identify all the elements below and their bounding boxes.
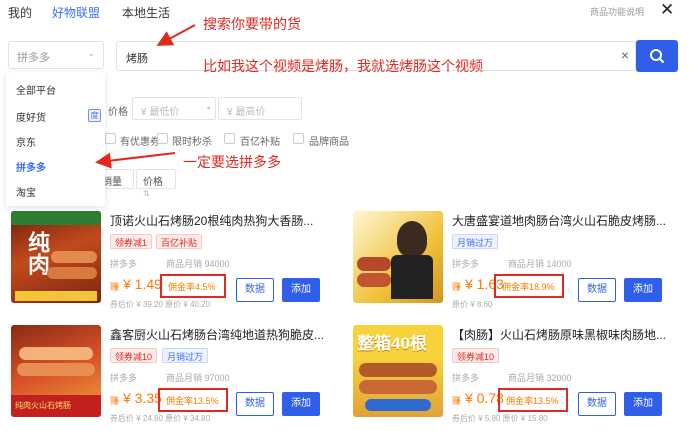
commission-rate-3: 佣金率13.5%	[166, 396, 219, 406]
product-card-2[interactable]: 大唐盛宴道地肉肠台湾火山石脆皮烤肠... 月销过万 拼多多 商品月销 14000…	[348, 206, 676, 310]
add-button-1[interactable]: 添加	[282, 278, 320, 302]
commission-highlight-4: 佣金率13.5%	[498, 388, 568, 412]
close-icon[interactable]: ✕	[660, 0, 674, 20]
product-tag-1a: 领券减1	[110, 234, 153, 249]
data-button-3[interactable]: 数据	[236, 392, 274, 416]
clear-icon[interactable]: ×	[621, 47, 629, 63]
product-platform-4: 拼多多	[452, 373, 480, 383]
product-title-3[interactable]: 鑫客厨火山石烤肠台湾纯地道热狗脆皮...	[110, 326, 330, 343]
product-card-1[interactable]: 纯肉 顶诺火山石烤肠20根纯肉热狗大香肠... 领券减1 百亿补贴 拼多多 商品…	[6, 206, 334, 310]
data-button-4[interactable]: 数据	[578, 392, 616, 416]
earn-label-1: 赚	[110, 282, 120, 292]
dropdown-item-duhaohuo[interactable]: 度好货	[16, 109, 46, 124]
product-tag-1b: 百亿补贴	[156, 234, 203, 249]
checkbox-coupon-label: 有优惠券	[120, 137, 160, 148]
earn-label-4: 赚	[452, 396, 462, 406]
product-thumb-4[interactable]: 整箱40根	[353, 325, 443, 417]
platform-select-value: 拼多多	[17, 52, 50, 64]
product-help-link[interactable]: 商品功能说明	[590, 5, 644, 18]
product-thumb-1[interactable]: 纯肉	[11, 211, 101, 303]
platform-dropdown: 全部平台 度好货 度 京东 拼多多 淘宝	[6, 72, 105, 206]
commission-rate-4: 佣金率13.5%	[506, 396, 559, 406]
tab-local-life[interactable]: 本地生活	[122, 4, 170, 21]
dropdown-item-pinduoduo[interactable]: 拼多多	[16, 159, 46, 174]
product-platform-1: 拼多多	[110, 259, 138, 269]
search-button[interactable]	[636, 40, 678, 72]
commission-highlight-3: 佣金率13.5%	[158, 388, 228, 412]
earn-label-3: 赚	[110, 396, 120, 406]
platform-select[interactable]: 拼多多 ⌄	[8, 41, 104, 69]
sort-arrows-icon: ⇅	[143, 189, 150, 198]
product-price-3: ¥ 3.35	[123, 390, 162, 406]
min-price-input[interactable]: ¥ 最低价	[132, 97, 216, 120]
search-input-value: 烤肠	[126, 53, 148, 65]
duhaohuo-badge: 度	[88, 109, 101, 122]
dropdown-item-taobao[interactable]: 淘宝	[16, 184, 36, 199]
commission-highlight-2: 佣金率18.9%	[494, 274, 564, 298]
checkbox-flash-sale-label: 限时秒杀	[172, 137, 212, 148]
product-title-1[interactable]: 顶诺火山石烤肠20根纯肉热狗大香肠...	[110, 212, 330, 229]
product-tag-2a: 月销过万	[452, 234, 499, 249]
product-platform-2: 拼多多	[452, 259, 480, 269]
price-filter-label: 价格	[108, 107, 128, 118]
checkbox-brand[interactable]	[293, 133, 304, 144]
search-icon	[650, 49, 664, 63]
product-tag-3a: 领券减10	[110, 348, 158, 363]
thumb-text-4: 整箱40根	[357, 334, 427, 353]
product-platform-3: 拼多多	[110, 373, 138, 383]
tab-mine[interactable]: 我的	[8, 4, 32, 21]
data-button-1[interactable]: 数据	[236, 278, 274, 302]
product-sales-2: 商品月销 14000	[508, 259, 572, 269]
product-original-price-3: 券后价 ¥ 24.80 原价 ¥ 34.80	[110, 414, 211, 423]
annotation-select-pdd: 一定要选拼多多	[183, 154, 281, 170]
data-button-2[interactable]: 数据	[578, 278, 616, 302]
product-tag-4a: 领券减10	[452, 348, 500, 363]
checkbox-flash-sale[interactable]	[157, 133, 168, 144]
product-thumb-2[interactable]	[353, 211, 443, 303]
sort-by-price-label: 价格	[143, 177, 163, 188]
product-thumb-3[interactable]: 纯肉火山石烤肠	[11, 325, 101, 417]
dropdown-item-all[interactable]: 全部平台	[16, 82, 56, 97]
product-title-2[interactable]: 大唐盛宴道地肉肠台湾火山石脆皮烤肠...	[452, 212, 672, 229]
add-button-2[interactable]: 添加	[624, 278, 662, 302]
arrow-to-pinduoduo	[95, 152, 176, 169]
commission-highlight-1: 佣金率4.5%	[160, 274, 226, 298]
max-price-input[interactable]: ¥ 最高价	[218, 97, 302, 120]
chevron-down-icon: ⌄	[87, 48, 95, 58]
product-tag-3b: 月销过万	[162, 348, 209, 363]
product-sales-3: 商品月销 97000	[166, 373, 230, 383]
product-card-4[interactable]: 整箱40根 【肉肠】火山石烤肠原味黑椒味肉肠地... 领券减10 拼多多 商品月…	[348, 320, 676, 424]
product-price-1: ¥ 1.49	[123, 276, 162, 292]
thumb-text-3: 纯肉火山石烤肠	[15, 401, 71, 410]
product-original-price-2: 原价 ¥ 8.60	[452, 300, 493, 309]
checkbox-subsidy[interactable]	[224, 133, 235, 144]
sort-by-price[interactable]: 价格 ⇅	[136, 169, 176, 198]
product-sales-1: 商品月销 94000	[166, 259, 230, 269]
checkbox-subsidy-label: 百亿补贴	[240, 137, 280, 148]
earn-label-2: 赚	[452, 282, 462, 292]
product-sales-4: 商品月销 32000	[508, 373, 572, 383]
product-card-3[interactable]: 纯肉火山石烤肠 鑫客厨火山石烤肠台湾纯地道热狗脆皮... 领券减10 月销过万 …	[6, 320, 334, 424]
dropdown-item-jd[interactable]: 京东	[16, 134, 36, 149]
product-original-price-1: 券后价 ¥ 39.20 原价 ¥ 40.20	[110, 300, 211, 309]
checkbox-coupon[interactable]	[105, 133, 116, 144]
commission-rate-1: 佣金率4.5%	[168, 282, 216, 292]
add-button-4[interactable]: 添加	[624, 392, 662, 416]
price-dash: -	[207, 103, 211, 114]
annotation-example: 比如我这个视频是烤肠，我就选烤肠这个视频	[203, 58, 483, 74]
tab-good-alliance[interactable]: 好物联盟	[52, 4, 100, 21]
commission-rate-2: 佣金率18.9%	[502, 282, 555, 292]
add-button-3[interactable]: 添加	[282, 392, 320, 416]
checkbox-brand-label: 品牌商品	[309, 137, 349, 148]
product-original-price-4: 券后价 ¥ 5.80 原价 ¥ 15.80	[452, 414, 548, 423]
annotation-search: 搜索你要带的货	[203, 16, 301, 32]
product-title-4[interactable]: 【肉肠】火山石烤肠原味黑椒味肉肠地...	[452, 326, 672, 343]
